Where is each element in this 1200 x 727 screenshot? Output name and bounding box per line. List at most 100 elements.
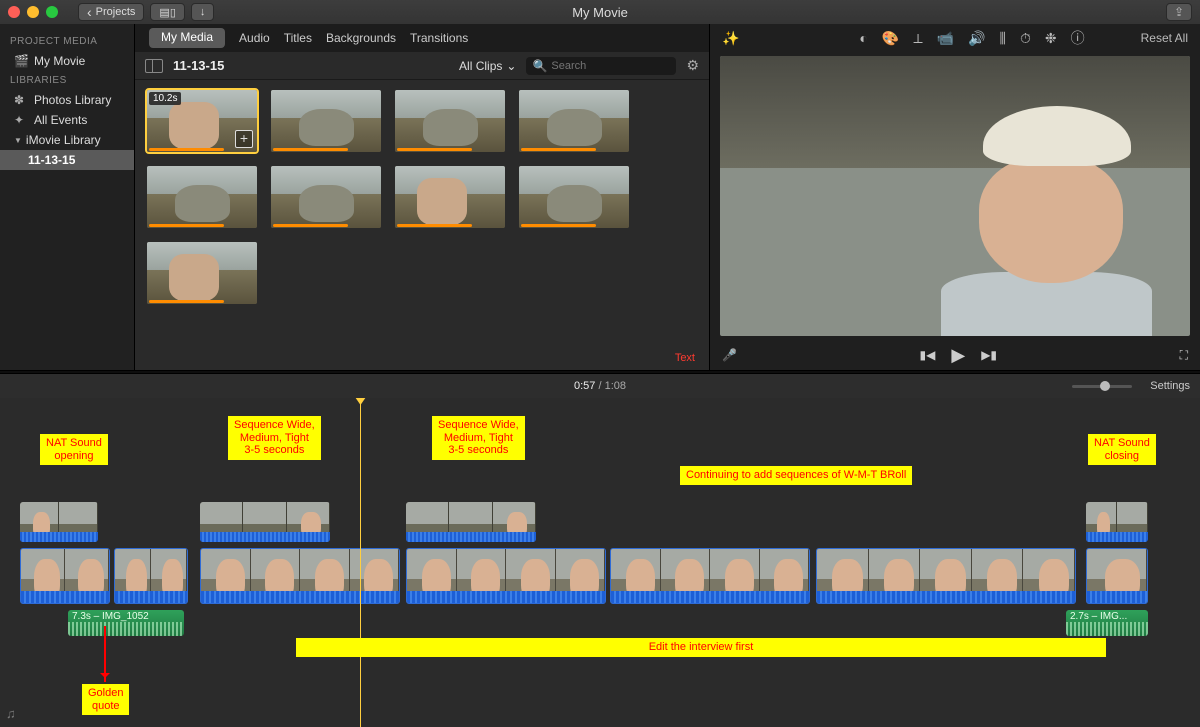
import-button[interactable]: ↓ — [191, 3, 215, 21]
gear-icon[interactable]: ⚙ — [686, 57, 699, 74]
video-clip[interactable] — [200, 548, 400, 604]
sidebar-item-photos[interactable]: ✽ Photos Library — [0, 90, 134, 110]
layout-toggle-button[interactable] — [145, 59, 163, 73]
sidebar-item-label: All Events — [34, 113, 87, 127]
close-icon[interactable] — [8, 6, 20, 18]
reset-all-button[interactable]: Reset All — [1141, 31, 1188, 45]
color-balance-icon[interactable]: ◐ — [859, 30, 867, 46]
audio-clip-label: 2.7s – IMG... — [1070, 611, 1127, 622]
music-icon: ♫ — [6, 706, 16, 721]
color-correct-icon[interactable]: 🎨 — [882, 30, 899, 47]
annotation-note: Continuing to add sequences of W-M-T BRo… — [680, 466, 912, 485]
video-clip[interactable] — [200, 502, 330, 542]
audio-clip-label: 7.3s – IMG_1052 — [72, 611, 149, 622]
annotation-note: Sequence Wide, Medium, Tight 3-5 seconds — [432, 416, 525, 460]
sidebar-item-label: 11-13-15 — [28, 153, 75, 167]
timecode-current: 0:57 — [574, 380, 595, 392]
clip-thumbnail[interactable] — [271, 166, 381, 228]
fullscreen-icon[interactable]: ⛶ — [1180, 348, 1188, 363]
timeline[interactable]: NAT Sound opening Sequence Wide, Medium,… — [0, 398, 1200, 727]
window-titlebar: Projects ▤▯ ↓ My Movie ⇪ — [0, 0, 1200, 24]
video-clip[interactable] — [20, 548, 110, 604]
video-clip[interactable] — [816, 548, 1076, 604]
tab-transitions[interactable]: Transitions — [410, 31, 468, 45]
audio-clip[interactable]: 7.3s – IMG_1052 — [68, 610, 184, 636]
clip-thumbnail[interactable] — [147, 166, 257, 228]
clip-thumbnail[interactable]: 10.2s — [147, 90, 257, 152]
magic-wand-icon[interactable]: ✨ — [722, 30, 739, 47]
video-clip[interactable] — [1086, 548, 1148, 604]
timeline-header: 0:57 / 1:08 Settings — [0, 374, 1200, 398]
play-button[interactable]: ▶ — [951, 345, 965, 366]
layout-button[interactable]: ▤▯ — [150, 3, 184, 21]
search-input[interactable] — [551, 60, 670, 72]
tab-audio[interactable]: Audio — [239, 31, 270, 45]
sidebar-item-my-movie[interactable]: 🎬 My Movie — [0, 51, 134, 71]
browser-toolbar: 11-13-15 All Clips 🔍 ⚙ — [135, 52, 709, 80]
annotation-arrow — [104, 626, 106, 682]
share-button[interactable]: ⇪ — [1166, 3, 1192, 21]
sidebar-item-label: My Movie — [34, 54, 85, 68]
clip-filter-dropdown[interactable]: All Clips — [459, 59, 516, 73]
video-clip[interactable] — [610, 548, 810, 604]
minimize-icon[interactable] — [27, 6, 39, 18]
tab-my-media[interactable]: My Media — [149, 28, 225, 48]
annotation-note: NAT Sound opening — [40, 434, 108, 465]
clip-thumbnail[interactable] — [271, 90, 381, 152]
next-button[interactable]: ▶▮ — [981, 348, 997, 362]
timecode: 0:57 / 1:08 — [0, 380, 1200, 392]
media-browser: My Media Audio Titles Backgrounds Transi… — [135, 24, 710, 370]
video-clip[interactable] — [20, 502, 98, 542]
search-icon: 🔍 — [532, 59, 547, 73]
sidebar-item-all-events[interactable]: ✦ All Events — [0, 110, 134, 130]
back-projects-button[interactable]: Projects — [78, 3, 144, 21]
search-field[interactable]: 🔍 — [526, 57, 676, 75]
clip-thumbnail[interactable] — [147, 242, 257, 304]
photos-icon: ✽ — [14, 93, 28, 107]
star-icon: ✦ — [14, 113, 28, 127]
audio-clip[interactable]: 2.7s – IMG... — [1066, 610, 1148, 636]
clapper-icon: 🎬 — [14, 54, 28, 68]
timecode-total: 1:08 — [605, 380, 626, 392]
video-clip[interactable] — [406, 548, 606, 604]
speed-icon[interactable]: ⏱ — [1020, 30, 1031, 47]
info-icon[interactable]: ⓘ — [1071, 28, 1085, 48]
clip-thumbnail[interactable] — [519, 166, 629, 228]
sidebar-heading-project: PROJECT MEDIA — [0, 32, 134, 51]
clip-thumbnail[interactable] — [519, 90, 629, 152]
prev-button[interactable]: ▮◀ — [920, 348, 936, 362]
tab-backgrounds[interactable]: Backgrounds — [326, 31, 396, 45]
fullscreen-icon[interactable] — [46, 6, 58, 18]
event-title: 11-13-15 — [173, 58, 224, 73]
effects-icon[interactable]: ❉ — [1045, 30, 1057, 47]
preview-frame[interactable] — [720, 56, 1190, 336]
preview-viewer: ✨ ◐ 🎨 ⟂ 📹 🔊 ⫼ ⏱ ❉ ⓘ Reset All 🎤 ▮◀ ▶ ▶▮ — [710, 24, 1200, 370]
sidebar-item-imovie-library[interactable]: iMovie Library — [0, 130, 134, 150]
annotation-note: Edit the interview first — [296, 638, 1106, 657]
viewer-toolbar: ✨ ◐ 🎨 ⟂ 📹 🔊 ⫼ ⏱ ❉ ⓘ Reset All — [710, 24, 1200, 52]
main-video-track — [20, 548, 1190, 604]
stabilize-icon[interactable]: 📹 — [937, 30, 954, 47]
sidebar-item-label: iMovie Library — [26, 133, 101, 147]
clip-thumbnail[interactable] — [395, 166, 505, 228]
playback-controls: 🎤 ▮◀ ▶ ▶▮ ⛶ — [710, 340, 1200, 370]
playhead[interactable] — [360, 398, 361, 727]
broll-track — [20, 502, 1190, 542]
window-controls — [8, 6, 58, 18]
sidebar-item-event[interactable]: 11-13-15 — [0, 150, 134, 170]
clip-thumbnail[interactable] — [395, 90, 505, 152]
sidebar: PROJECT MEDIA 🎬 My Movie LIBRARIES ✽ Photo… — [0, 24, 135, 370]
zoom-slider[interactable] — [1072, 385, 1132, 388]
sidebar-item-label: Photos Library — [34, 93, 111, 107]
crop-icon[interactable]: ⟂ — [913, 30, 922, 47]
annotation-note: Sequence Wide, Medium, Tight 3-5 seconds — [228, 416, 321, 460]
sidebar-heading-libraries: LIBRARIES — [0, 71, 134, 90]
annotation-note: NAT Sound closing — [1088, 434, 1156, 465]
tab-titles[interactable]: Titles — [284, 31, 312, 45]
video-clip[interactable] — [406, 502, 536, 542]
video-clip[interactable] — [1086, 502, 1148, 542]
mic-icon[interactable]: 🎤 — [722, 348, 737, 362]
volume-icon[interactable]: 🔊 — [968, 30, 985, 47]
equalizer-icon[interactable]: ⫼ — [1000, 30, 1006, 47]
video-clip[interactable] — [114, 548, 188, 604]
